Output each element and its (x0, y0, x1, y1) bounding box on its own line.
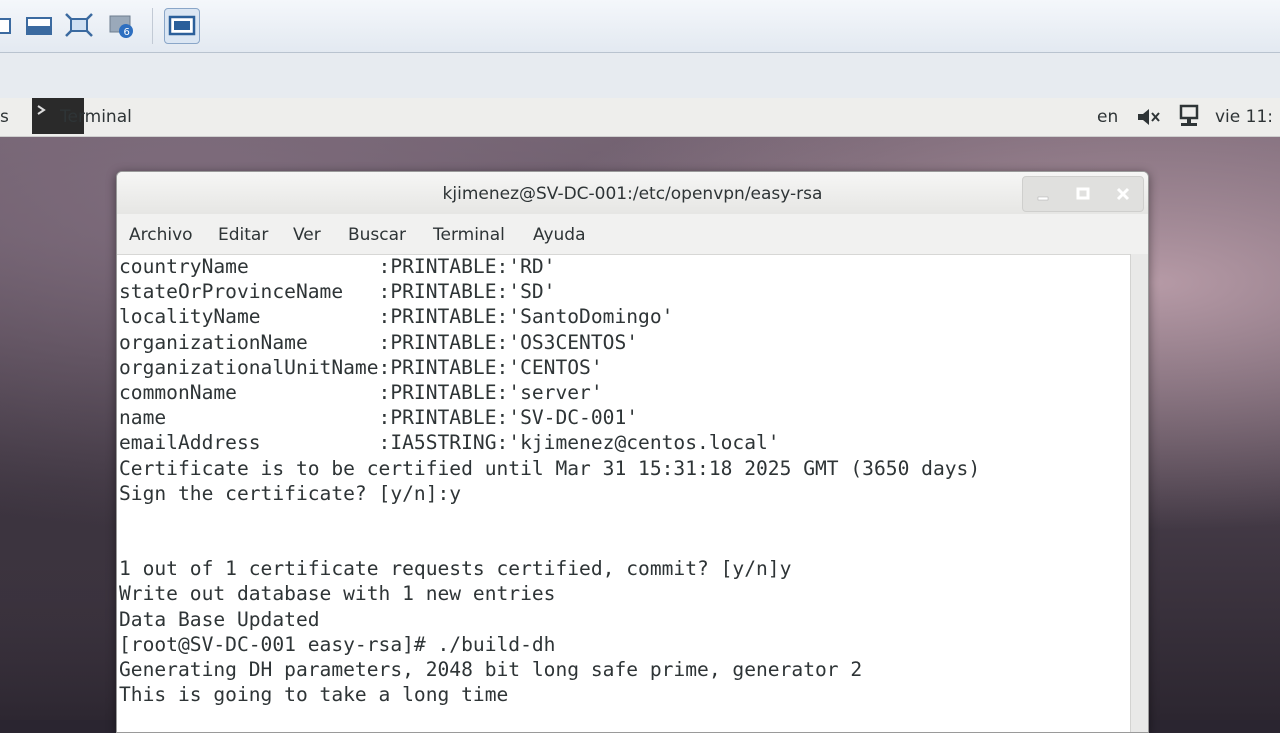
window-title: kjimenez@SV-DC-001:/etc/openvpn/easy-rsa (442, 184, 823, 204)
terminal-line: Generating DH parameters, 2048 bit long … (119, 658, 863, 681)
activities-button[interactable]: s (0, 107, 9, 127)
terminal-line: stateOrProvinceName :PRINTABLE:'SD' (119, 280, 556, 304)
snapshot-icon[interactable]: 6 (108, 10, 138, 40)
terminal-output[interactable]: countryName :PRINTABLE:'RD' stateOrProvi… (117, 254, 1130, 732)
terminal-window: kjimenez@SV-DC-001:/etc/openvpn/easy-rsa… (116, 171, 1149, 733)
volume-icon[interactable] (1136, 106, 1162, 133)
minimize-vm-icon[interactable] (24, 10, 54, 40)
menu-terminal[interactable]: Terminal (433, 225, 505, 245)
console-view-icon[interactable] (164, 8, 200, 44)
network-icon[interactable] (1178, 104, 1200, 135)
window-titlebar[interactable]: kjimenez@SV-DC-001:/etc/openvpn/easy-rsa (117, 172, 1148, 214)
terminal-line: organizationName :PRINTABLE:'OS3CENTOS' (119, 330, 639, 354)
menu-ayuda[interactable]: Ayuda (533, 225, 586, 245)
close-icon[interactable] (1103, 177, 1143, 211)
terminal-line: This is going to take a long time (119, 683, 509, 707)
terminal-line: Write out database with 1 new entries (119, 582, 556, 606)
terminal-line: Certificate is to be certified until Mar… (119, 456, 981, 480)
fullscreen-icon[interactable] (64, 10, 94, 40)
menu-archivo[interactable]: Archivo (129, 225, 193, 245)
terminal-line: [root@SV-DC-001 easy-rsa]# ./build-dh (119, 632, 556, 656)
svg-text:6: 6 (124, 27, 130, 38)
menu-buscar[interactable]: Buscar (348, 225, 406, 245)
window-icon[interactable] (0, 10, 16, 40)
terminal-line: organizationalUnitName:PRINTABLE:'CENTOS… (119, 355, 603, 379)
window-controls (1022, 176, 1144, 212)
vm-toolbar-strip (0, 53, 1280, 98)
gnome-top-bar: s Terminal en vie 11: (0, 98, 1280, 137)
terminal-line: Data Base Updated (119, 607, 320, 631)
menu-ver[interactable]: Ver (293, 225, 321, 245)
maximize-icon[interactable] (1063, 177, 1103, 211)
vm-toolbar: 6 (0, 0, 1280, 53)
terminal-scrollbar[interactable] (1130, 254, 1148, 732)
terminal-line: name :PRINTABLE:'SV-DC-001' (119, 406, 639, 430)
language-indicator[interactable]: en (1097, 107, 1118, 127)
terminal-line: localityName :PRINTABLE:'SantoDomingo' (119, 305, 674, 329)
menu-bar: Archivo Editar Ver Buscar Terminal Ayuda (117, 214, 1148, 255)
terminal-line: Sign the certificate? [y/n]:y (119, 481, 462, 505)
terminal-line: 1 out of 1 certificate requests certifie… (119, 557, 792, 581)
menu-editar[interactable]: Editar (218, 225, 268, 245)
app-menu-label[interactable]: Terminal (60, 107, 132, 127)
terminal-line: countryName :PRINTABLE:'RD' (119, 255, 556, 278)
minimize-icon[interactable] (1023, 177, 1063, 211)
terminal-line: emailAddress :IA5STRING:'kjimenez@centos… (119, 431, 780, 455)
clock[interactable]: vie 11: (1215, 107, 1273, 127)
toolbar-separator (152, 8, 153, 44)
terminal-line: commonName :PRINTABLE:'server' (119, 380, 603, 404)
